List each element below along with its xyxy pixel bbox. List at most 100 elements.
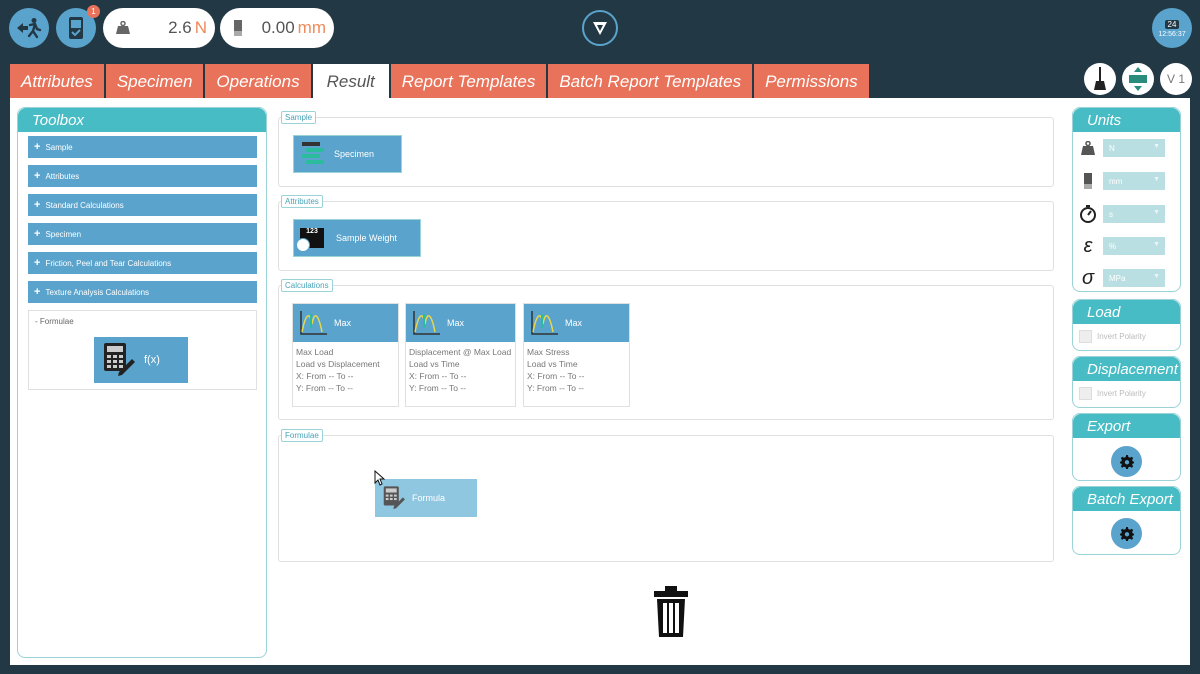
tabs: Attributes Specimen Operations Result Re… — [10, 64, 871, 98]
tab-specimen[interactable]: Specimen — [105, 64, 204, 98]
flag-icon — [296, 238, 310, 252]
time-unit-select[interactable]: s ▼ — [1103, 205, 1165, 223]
export-title: Export — [1073, 414, 1180, 438]
time-unit-value: s — [1109, 209, 1113, 219]
exit-button[interactable] — [9, 8, 49, 48]
formulae-section-legend: Formulae — [281, 429, 323, 442]
chevron-down-icon: ▼ — [1153, 209, 1160, 216]
plus-icon: + — [34, 286, 41, 298]
units-panel: Units N ▼ mm ▼ s ▼ ε % ▼ σ MPa ▼ — [1072, 107, 1181, 292]
toolbox-formulae-group: - Formulae f(x) — [28, 310, 257, 390]
toolbox-item-attributes[interactable]: + Attributes — [28, 165, 257, 187]
calc-card-max-stress[interactable]: Max Max Stress Load vs Time X: From -- T… — [523, 303, 630, 407]
trash-icon[interactable] — [653, 586, 689, 638]
attributes-section: Attributes 123 Sample Weight — [278, 195, 1054, 271]
calc-card-header: Max — [524, 304, 629, 342]
load-title: Load — [1073, 300, 1180, 324]
notification-badge: 1 — [87, 5, 100, 18]
plus-icon: + — [34, 228, 41, 240]
attributes-section-legend: Attributes — [281, 195, 323, 208]
specimen-tile[interactable]: Specimen — [293, 135, 402, 173]
clear-button[interactable] — [1084, 63, 1116, 95]
tab-attributes[interactable]: Attributes — [10, 64, 104, 98]
toolbox-item-specimen[interactable]: + Specimen — [28, 223, 257, 245]
plus-icon: + — [34, 257, 41, 269]
export-settings-button[interactable] — [1111, 446, 1142, 477]
sample-weight-label: Sample Weight — [336, 233, 397, 243]
invert-polarity-label: Invert Polarity — [1097, 389, 1146, 398]
version-button[interactable]: V 1 — [1160, 63, 1192, 95]
calc-line: X: From -- To -- — [296, 371, 354, 381]
checkbox[interactable] — [1079, 387, 1092, 400]
unit-row-time: s ▼ — [1073, 204, 1180, 224]
plus-icon: + — [34, 141, 41, 153]
strain-unit-select[interactable]: % ▼ — [1103, 237, 1165, 255]
calculations-section: Calculations Max Max Load Load vs Displa… — [278, 279, 1054, 420]
toolbox-panel: Toolbox + Sample + Attributes + Standard Ca… — [17, 107, 267, 658]
calc-line: Max Stress — [527, 347, 570, 357]
displacement-title: Displacement — [1073, 357, 1180, 381]
epsilon-icon: ε — [1083, 234, 1093, 257]
load-value: 2.6 — [168, 18, 192, 37]
calc-card-title: Max — [565, 318, 583, 328]
formula-tile[interactable]: f(x) — [94, 337, 188, 383]
calc-line: Max Load — [296, 347, 334, 357]
calc-card-displacement-max-load[interactable]: Max Displacement @ Max Load Load vs Time… — [405, 303, 516, 407]
displacement-readout: 0.00 mm — [220, 8, 334, 48]
displacement-invert-polarity[interactable]: Invert Polarity — [1073, 381, 1180, 406]
toolbox-item-sample[interactable]: + Sample — [28, 136, 257, 158]
peak-graph-icon — [531, 311, 558, 335]
formula-tile-label: f(x) — [144, 354, 160, 366]
toolbox-item-standard-calculations[interactable]: + Standard Calculations — [28, 194, 257, 216]
numeric-attribute-icon: 123 — [296, 228, 324, 252]
formula-dragged-tile[interactable]: Formula — [375, 479, 477, 517]
tab-batch-report-templates[interactable]: Batch Report Templates — [548, 64, 753, 98]
fit-height-icon — [1129, 67, 1147, 91]
unit-row-length: mm ▼ — [1073, 171, 1180, 191]
exit-icon — [17, 18, 42, 39]
formulae-group-label[interactable]: - Formulae — [35, 317, 74, 326]
clock-button[interactable]: 24 12:56:37 — [1152, 8, 1192, 48]
toolbox-item-texture-calculations[interactable]: + Texture Analysis Calculations — [28, 281, 257, 303]
tab-report-templates[interactable]: Report Templates — [390, 64, 547, 98]
stress-unit-select[interactable]: MPa ▼ — [1103, 269, 1165, 287]
device-button[interactable]: 1 — [56, 5, 100, 48]
weight-icon — [1081, 140, 1095, 155]
specimen-stack-icon — [302, 142, 324, 164]
tab-result[interactable]: Result — [312, 64, 389, 98]
top-bar: 1 2.6 N 0.00 mm 24 12:56:37 — [0, 0, 1200, 55]
calc-card-max-load[interactable]: Max Max Load Load vs Displacement X: Fro… — [292, 303, 399, 407]
calc-card-header: Max — [406, 304, 515, 342]
checkbox[interactable] — [1079, 330, 1092, 343]
sample-weight-tile[interactable]: 123 Sample Weight — [293, 219, 421, 257]
formulae-section: Formulae Formula — [278, 429, 1054, 562]
plus-icon: + — [34, 199, 41, 211]
calc-card-details: Displacement @ Max Load Load vs Time X: … — [406, 342, 515, 398]
weight-icon — [116, 21, 130, 34]
tab-permissions[interactable]: Permissions — [754, 64, 869, 98]
fit-button[interactable] — [1122, 63, 1154, 95]
toolbox-item-label: Texture Analysis Calculations — [45, 287, 150, 297]
displacement-panel: Displacement Invert Polarity — [1072, 356, 1181, 408]
broom-icon — [1094, 67, 1106, 90]
load-panel: Load Invert Polarity — [1072, 299, 1181, 351]
unit-row-stress: σ MPa ▼ — [1073, 267, 1180, 289]
chevron-down-icon: ▼ — [1153, 176, 1160, 183]
formulae-label-text: Formulae — [39, 317, 74, 326]
length-unit-value: mm — [1109, 176, 1123, 186]
unit-row-load: N ▼ — [1073, 138, 1180, 158]
strain-unit-value: % — [1109, 241, 1117, 251]
calc-line: Load vs Displacement — [296, 359, 380, 369]
export-panel: Export — [1072, 413, 1181, 481]
length-unit-select[interactable]: mm ▼ — [1103, 172, 1165, 190]
batch-export-settings-button[interactable] — [1111, 518, 1142, 549]
toolbox-item-label: Attributes — [45, 171, 80, 181]
batch-export-panel: Batch Export — [1072, 486, 1181, 555]
unit-row-strain: ε % ▼ — [1073, 234, 1180, 257]
tab-operations[interactable]: Operations — [205, 64, 311, 98]
load-unit-select[interactable]: N ▼ — [1103, 139, 1165, 157]
calc-line: Load vs Time — [527, 359, 578, 369]
calculator-icon — [383, 486, 405, 509]
toolbox-item-friction-calculations[interactable]: + Friction, Peel and Tear Calculations — [28, 252, 257, 274]
load-invert-polarity[interactable]: Invert Polarity — [1073, 324, 1180, 349]
